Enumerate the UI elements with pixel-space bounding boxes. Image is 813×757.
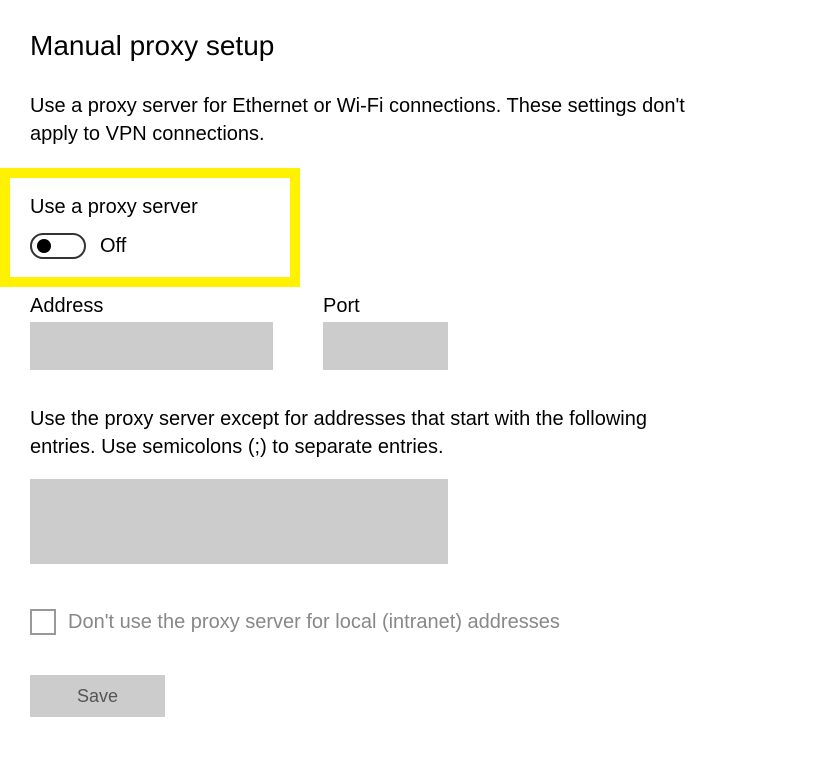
address-input[interactable] [30,322,273,370]
local-checkbox[interactable] [30,609,56,635]
proxy-toggle-state: Off [100,235,126,258]
address-label: Address [30,295,273,318]
section-title: Manual proxy setup [30,30,783,62]
port-group: Port [323,295,448,370]
exceptions-description: Use the proxy server except for addresse… [30,405,680,461]
highlight-box: Use a proxy server Off [0,168,300,287]
exceptions-input[interactable] [30,479,448,564]
save-button[interactable]: Save [30,675,165,717]
local-checkbox-row: Don't use the proxy server for local (in… [30,609,783,635]
port-label: Port [323,295,448,318]
proxy-toggle[interactable] [30,233,86,259]
local-checkbox-label: Don't use the proxy server for local (in… [68,611,560,634]
proxy-toggle-label: Use a proxy server [30,196,280,219]
port-input[interactable] [323,322,448,370]
proxy-toggle-row: Off [30,233,280,259]
section-description: Use a proxy server for Ethernet or Wi-Fi… [30,92,730,148]
toggle-knob-icon [37,239,51,253]
address-group: Address [30,295,273,370]
address-port-row: Address Port [30,295,783,370]
